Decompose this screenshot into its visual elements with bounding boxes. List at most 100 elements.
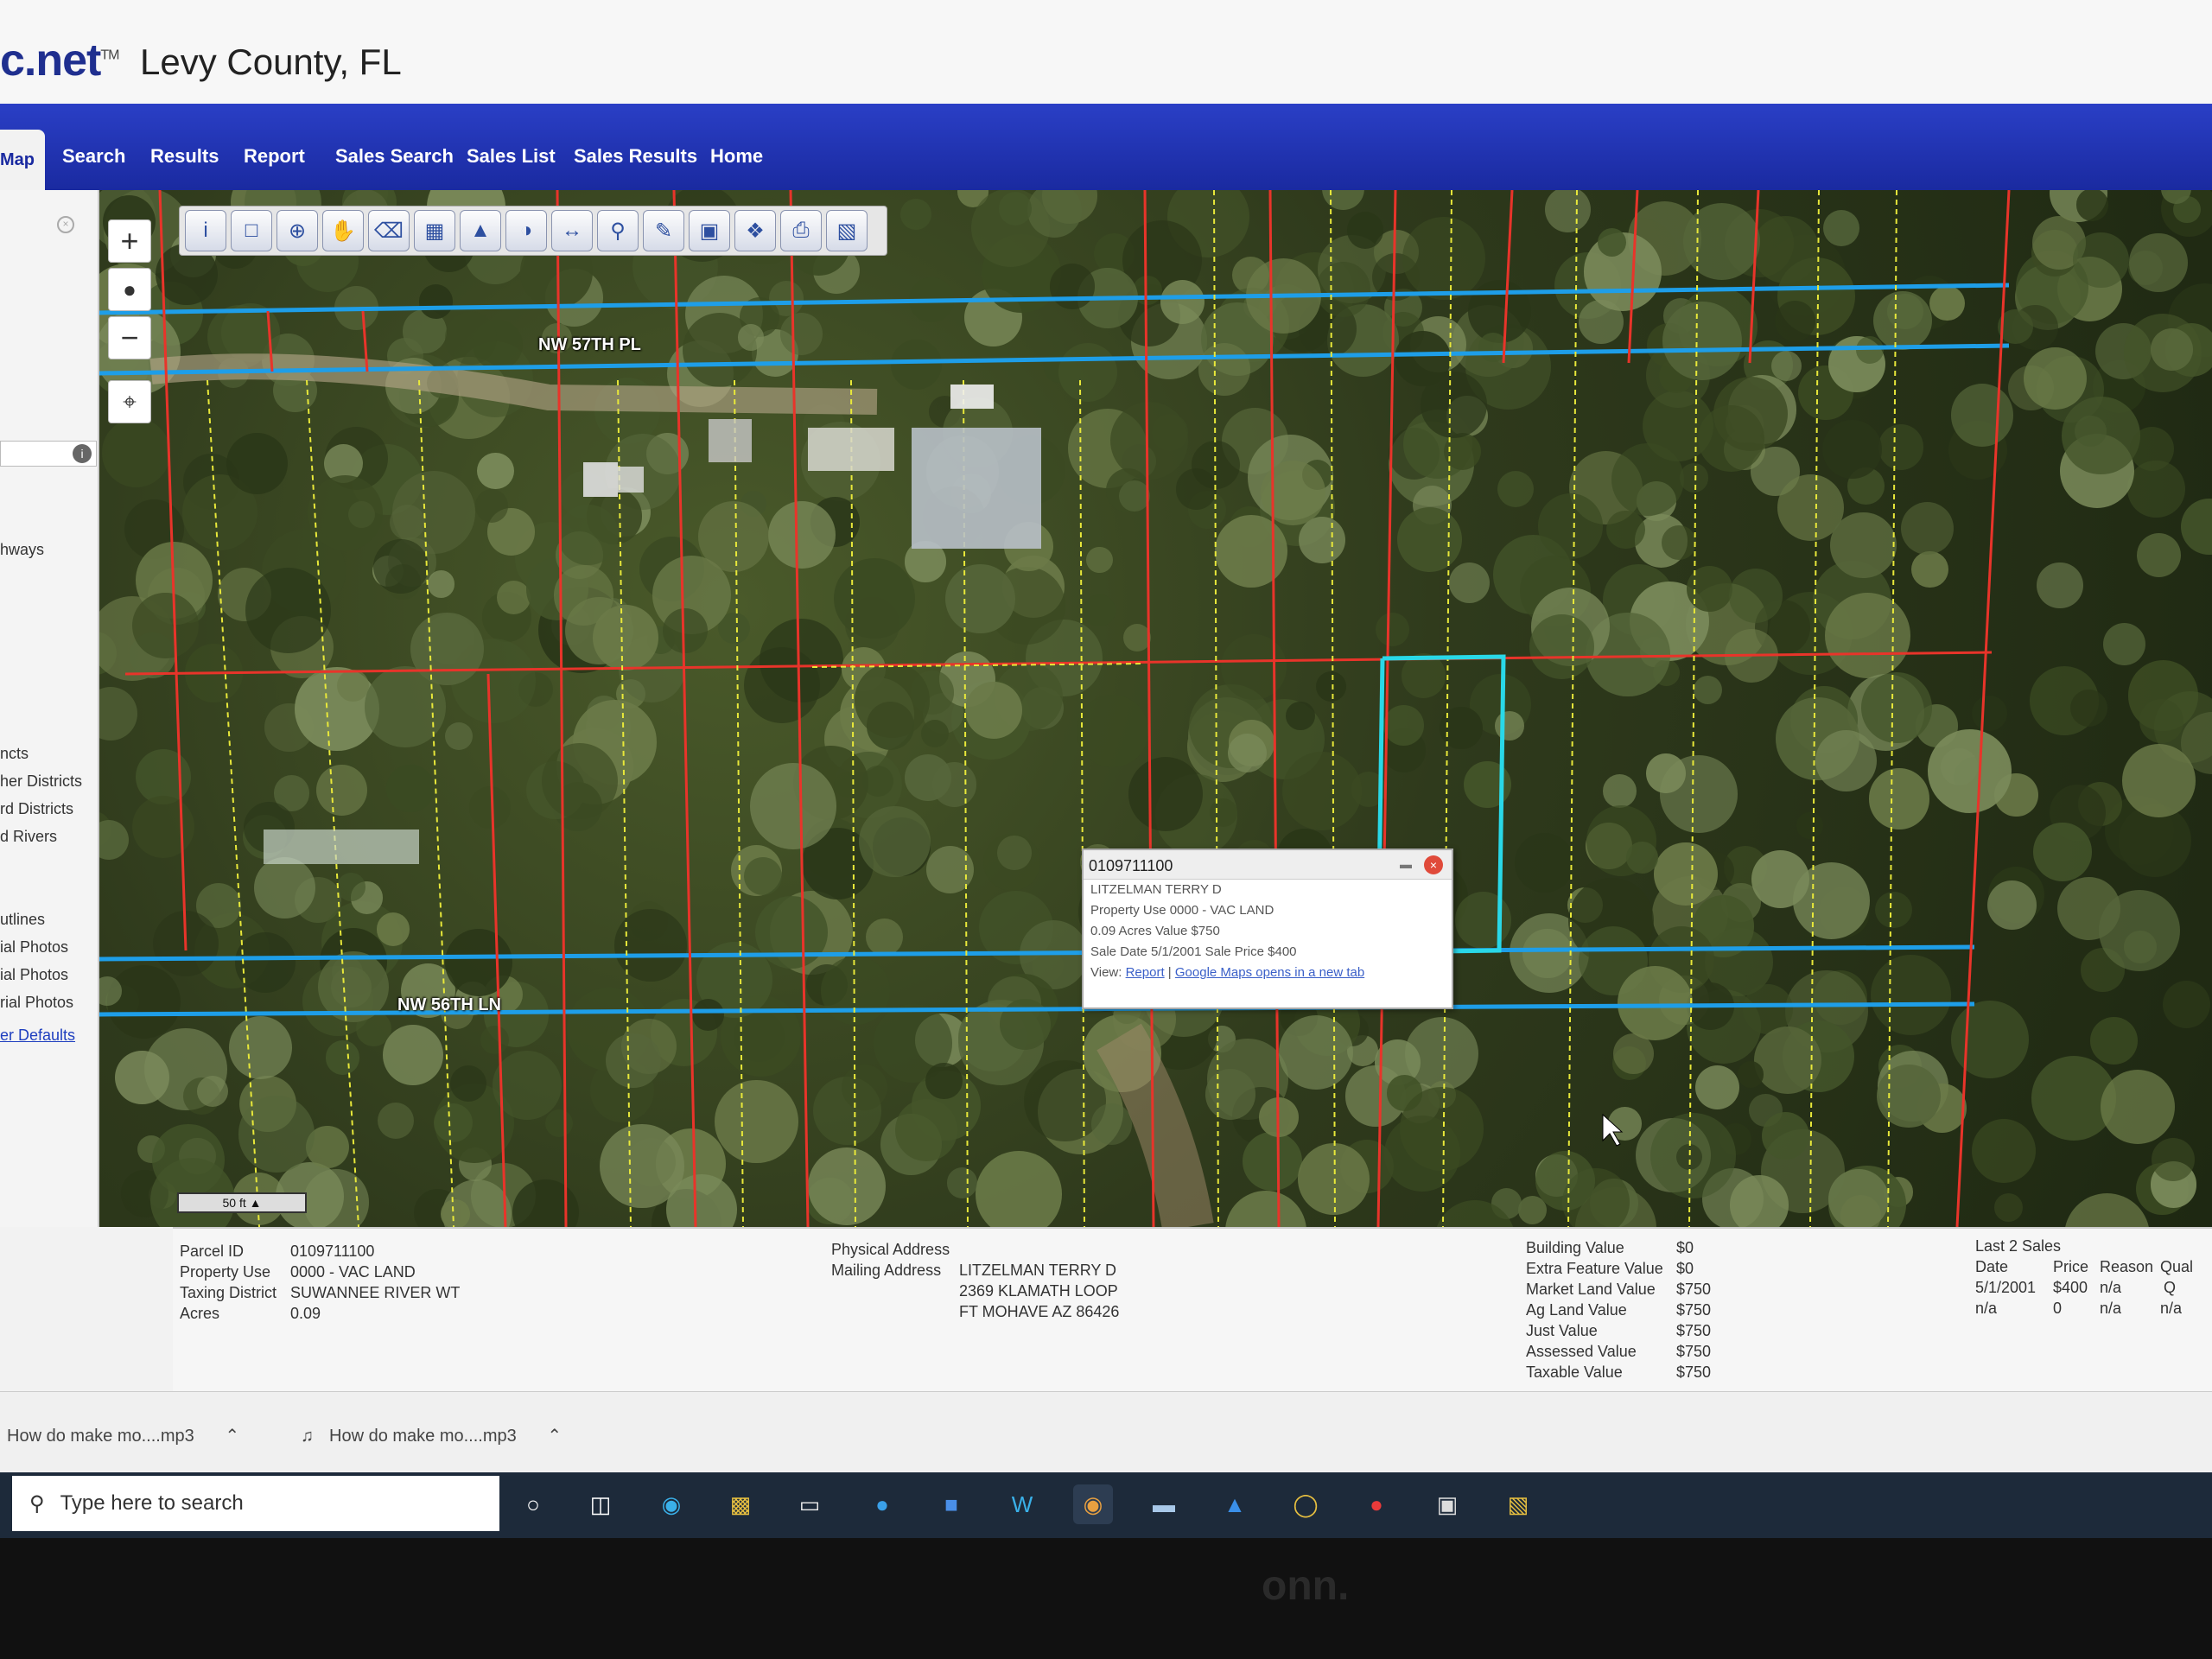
select-box-icon[interactable]: □ (231, 210, 272, 251)
info-icon[interactable]: i (73, 444, 92, 463)
folder-icon[interactable]: ▧ (1498, 1484, 1538, 1524)
edge-icon[interactable]: ◉ (652, 1484, 691, 1524)
close-icon[interactable]: × (57, 216, 74, 233)
value-label: Assessed Value (1526, 1343, 1637, 1360)
cursor-app-icon[interactable]: ◯ (1286, 1484, 1325, 1524)
sidebar-layer[interactable]: ncts (0, 745, 29, 763)
map-toolbar: i □ ⊕ ✋ ⌫ ▦ ▲ ◑ ↔ ⚲ ✎ ▣ ❖ ⎙ ▧ (179, 206, 887, 256)
info-value: 0000 - VAC LAND (290, 1263, 416, 1281)
value-label: Market Land Value (1526, 1281, 1656, 1298)
popup-owner: LITZELMAN TERRY D (1090, 882, 1222, 897)
sidebar-layer[interactable]: d Rivers (0, 828, 57, 846)
zoom-in-tool-icon[interactable]: ⊕ (276, 210, 318, 251)
physical-address-label: Physical Address (831, 1241, 950, 1258)
print-icon[interactable]: ⎙ (780, 210, 822, 251)
sales-cell: n/a (2100, 1300, 2122, 1317)
buffer-icon[interactable]: ❖ (734, 210, 776, 251)
sidebar-layer[interactable]: ial Photos (0, 966, 68, 984)
close-icon[interactable]: × (1424, 855, 1443, 874)
app-icon[interactable]: ● (862, 1484, 902, 1524)
select-area-icon[interactable]: ▦ (414, 210, 455, 251)
mailing-line: FT MOHAVE AZ 86426 (959, 1303, 1120, 1320)
record-icon[interactable]: ● (1357, 1484, 1396, 1524)
layers-icon[interactable]: ◑ (505, 210, 547, 251)
popup-acres: 0.09 Acres Value $750 (1090, 924, 1220, 938)
windows-taskbar: ⚲ Type here to search ○ ◫ ◉ ▩ ▭ ● ■ W ◉ … (0, 1472, 2212, 1538)
sidebar-layer[interactable]: her Districts (0, 772, 82, 791)
download-item[interactable]: How do make mo....mp3 ⌃ (7, 1425, 239, 1446)
sales-cell: Q (2164, 1279, 2177, 1296)
chevron-up-icon[interactable]: ⌃ (547, 1427, 562, 1446)
app-header: c.netTM Levy County, FL (0, 0, 2212, 104)
sales-cell: 0 (2053, 1300, 2063, 1317)
chrome-icon[interactable]: ◉ (1073, 1484, 1113, 1524)
nav-tab-home[interactable]: Home (710, 145, 763, 168)
store-icon[interactable]: ▩ (721, 1484, 760, 1524)
save-icon[interactable]: ▧ (826, 210, 868, 251)
eraser-icon[interactable]: ⌫ (368, 210, 410, 251)
sidebar-layer[interactable]: rd Districts (0, 800, 73, 818)
google-maps-link[interactable]: Google Maps opens in a new tab (1175, 965, 1364, 980)
parcel-info-panel: Parcel ID 0109711100 Property Use 0000 -… (173, 1227, 2212, 1391)
zoom-in-button[interactable]: + (108, 219, 151, 263)
photo-icon[interactable]: ▣ (689, 210, 730, 251)
cortana-icon[interactable]: ○ (513, 1484, 553, 1524)
report-link[interactable]: Report (1126, 965, 1165, 980)
scale-bar: 50 ft ▲ (177, 1192, 307, 1213)
measure-icon[interactable]: ↔ (551, 210, 593, 251)
task-view-icon[interactable]: ◫ (581, 1484, 620, 1524)
monitor-bezel (0, 1538, 2212, 1659)
nav-tab-sales-results[interactable]: Sales Results (574, 145, 697, 168)
value-amount: $750 (1676, 1363, 1712, 1381)
pencil-icon[interactable]: ✎ (643, 210, 684, 251)
search-icon[interactable]: ⚲ (597, 210, 639, 251)
app-icon[interactable]: W (1002, 1484, 1042, 1524)
nav-tab-results[interactable]: Results (150, 145, 219, 168)
restore-defaults-link[interactable]: er Defaults (0, 1027, 75, 1045)
popup-use: Property Use 0000 - VAC LAND (1090, 903, 1274, 918)
sidebar-layer[interactable]: ial Photos (0, 938, 68, 957)
value-amount: $0 (1676, 1260, 1694, 1277)
zoom-out-button[interactable]: − (108, 316, 151, 359)
value-amount: $750 (1676, 1281, 1712, 1298)
file-icon[interactable]: ▭ (790, 1484, 830, 1524)
mailing-line: 2369 KLAMATH LOOP (959, 1282, 1118, 1300)
sales-cell: $400 (2053, 1279, 2088, 1296)
nav-tab-sales-list[interactable]: Sales List (467, 145, 556, 168)
info-value: 0.09 (290, 1305, 321, 1322)
nav-tab-search[interactable]: Search (62, 145, 125, 168)
sales-title: Last 2 Sales (1975, 1237, 2062, 1255)
pan-hand-icon[interactable]: ✋ (322, 210, 364, 251)
download-item[interactable]: ♫ How do make mo....mp3 ⌃ (301, 1425, 562, 1446)
minimize-icon[interactable]: ▬ (1400, 857, 1417, 873)
nav-tab-report[interactable]: Report (244, 145, 305, 168)
sidebar-layer[interactable]: utlines (0, 911, 45, 929)
sales-header: Reason (2100, 1258, 2154, 1275)
crosshair-icon[interactable]: ⌖ (108, 380, 151, 423)
site-logo[interactable]: c.netTM (0, 35, 119, 86)
globe-icon[interactable]: ● (108, 268, 151, 311)
taskbar-search-input[interactable]: ⚲ Type here to search (12, 1476, 499, 1531)
aerial-map[interactable]: NW 57TH PL NW 56TH LN + ● − ⌖ i □ ⊕ ✋ ⌫ … (99, 190, 2212, 1227)
main-nav: Map Search Results Report Sales Search S… (0, 104, 2212, 190)
downloads-bar: How do make mo....mp3 ⌃ ♫ How do make mo.… (0, 1391, 2212, 1472)
info-label: Parcel ID (180, 1243, 245, 1260)
app-icon[interactable]: ▲ (1215, 1484, 1255, 1524)
marker-icon[interactable]: ▲ (460, 210, 501, 251)
info-label: Taxing District (180, 1284, 277, 1301)
audio-file-icon: ♫ (301, 1427, 314, 1446)
sidebar-layer[interactable]: rial Photos (0, 994, 73, 1012)
nav-tab-sales-search[interactable]: Sales Search (335, 145, 454, 168)
info-tool-icon[interactable]: i (185, 210, 226, 251)
info-value: 0109711100 (290, 1243, 375, 1260)
nav-tab-map[interactable]: Map (0, 130, 45, 190)
value-label: Building Value (1526, 1239, 1624, 1256)
screen-recorder-icon[interactable]: ▣ (1427, 1484, 1467, 1524)
sidebar-layer[interactable]: hways (0, 541, 44, 559)
sales-cell: n/a (2160, 1300, 2183, 1317)
app-icon[interactable]: ■ (931, 1484, 971, 1524)
value-label: Taxable Value (1526, 1363, 1623, 1381)
chevron-up-icon[interactable]: ⌃ (225, 1427, 239, 1446)
county-title: Levy County, FL (140, 41, 402, 82)
app-icon[interactable]: ▬ (1144, 1484, 1184, 1524)
